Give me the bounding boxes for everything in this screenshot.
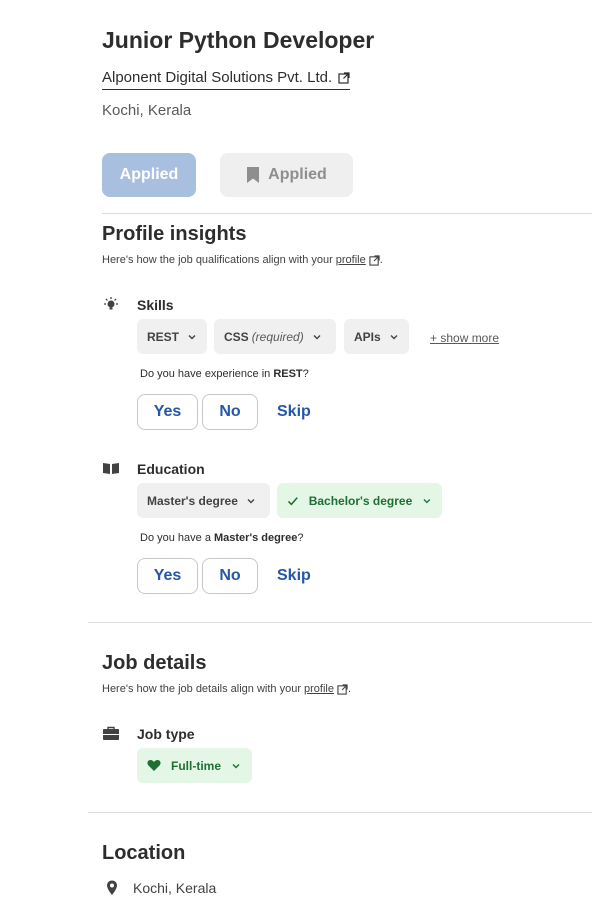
yes-button[interactable]: Yes: [137, 558, 198, 594]
chip-label: Bachelor's degree: [308, 493, 413, 508]
lightbulb-icon: [104, 297, 118, 310]
yes-button[interactable]: Yes: [137, 394, 198, 430]
skill-chip-rest[interactable]: REST: [137, 319, 207, 354]
subtitle-text: Here's how the job qualifications align …: [102, 254, 333, 266]
applied-button[interactable]: Applied: [102, 153, 196, 197]
location-pin-icon: [107, 880, 117, 895]
job-details-title: Job details: [102, 652, 207, 674]
chevron-down-icon: [313, 334, 321, 339]
job-location: Kochi, Kerala: [102, 102, 192, 119]
no-button[interactable]: No: [202, 558, 258, 594]
external-link-icon: [338, 71, 350, 84]
bookmark-icon: [247, 167, 260, 183]
skills-label: Skills: [137, 297, 174, 313]
book-icon: [103, 463, 119, 474]
profile-link-label: profile: [303, 683, 334, 695]
education-chip-masters[interactable]: Master's degree: [137, 483, 270, 518]
skip-button[interactable]: Skip: [277, 567, 311, 585]
profile-link-label: profile: [335, 254, 366, 266]
subtitle-text: Here's how the job details align with yo…: [102, 683, 301, 695]
job-type-chip-fulltime[interactable]: Full-time: [137, 748, 252, 783]
chip-label: Master's degree: [147, 493, 238, 508]
company-link[interactable]: Alponent Digital Solutions Pvt. Ltd.: [102, 69, 351, 90]
job-title: Junior Python Developer: [102, 27, 375, 53]
chip-label: REST: [147, 329, 180, 344]
profile-link[interactable]: profile: [304, 683, 348, 695]
subtitle-period: .: [347, 683, 352, 695]
skill-chip-css[interactable]: CSS (required): [214, 319, 336, 354]
job-details-subtitle: Here's how the job details align with yo…: [102, 683, 351, 695]
required-note: (required): [251, 329, 304, 344]
skill-question: Do you have experience in REST?: [140, 368, 309, 380]
subtitle-period: .: [379, 254, 383, 266]
skill-chip-apis[interactable]: APIs: [344, 319, 409, 354]
profile-link[interactable]: profile: [336, 254, 380, 266]
chip-label: CSS (required): [224, 329, 304, 344]
location-value: Kochi, Kerala: [133, 880, 217, 896]
education-chip-bachelors[interactable]: Bachelor's degree: [277, 483, 442, 518]
heart-icon: [147, 760, 161, 771]
chevron-down-icon: [423, 498, 431, 503]
company-name: Alponent Digital Solutions Pvt. Ltd.: [102, 69, 333, 86]
external-link-icon: [337, 683, 348, 695]
chevron-down-icon: [232, 763, 240, 768]
location-title: Location: [102, 842, 186, 864]
education-question: Do you have a Master's degree?: [140, 532, 304, 544]
divider: [88, 622, 592, 623]
divider: [88, 812, 592, 813]
no-button[interactable]: No: [202, 394, 258, 430]
save-job-label: Applied: [268, 166, 327, 183]
chevron-down-icon: [390, 334, 398, 339]
show-more-link[interactable]: + show more: [430, 331, 499, 345]
checkmark-icon: [287, 496, 298, 506]
chip-label: APIs: [354, 329, 381, 344]
chevron-down-icon: [188, 334, 196, 339]
chip-label: Full-time: [171, 758, 221, 773]
external-link-icon: [369, 254, 380, 266]
job-type-label: Job type: [137, 726, 195, 742]
profile-insights-title: Profile insights: [102, 223, 247, 245]
profile-insights-subtitle: Here's how the job qualifications align …: [102, 254, 383, 266]
skip-button[interactable]: Skip: [277, 403, 311, 421]
save-job-button[interactable]: Applied: [220, 153, 353, 197]
divider: [102, 213, 592, 214]
education-label: Education: [137, 461, 205, 477]
chevron-down-icon: [247, 498, 255, 503]
briefcase-icon: [103, 726, 119, 740]
